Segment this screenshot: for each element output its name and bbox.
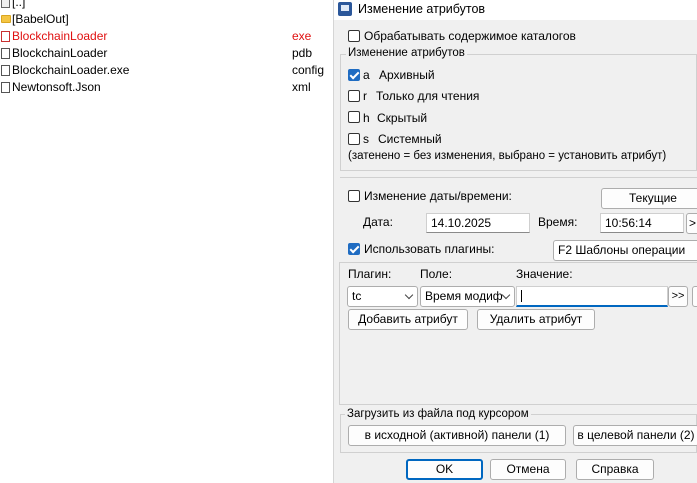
file-row-newtonsoft-xml[interactable]: Newtonsoft.Json xml bbox=[0, 79, 333, 96]
help-button[interactable]: Справка bbox=[576, 459, 654, 480]
hidden-label: Скрытый bbox=[377, 111, 428, 125]
field-dropdown[interactable]: Время модиф bbox=[420, 286, 515, 307]
readonly-label: Только для чтения bbox=[376, 89, 480, 103]
field-value: Время модиф bbox=[425, 289, 503, 303]
expand-value-button[interactable]: >> bbox=[668, 286, 688, 307]
plugin-attributes-area bbox=[339, 262, 697, 405]
file-icon bbox=[1, 48, 10, 59]
file-row-babelout[interactable]: [BabelOut] bbox=[0, 11, 333, 28]
file-name: BlockchainLoader.exe bbox=[12, 63, 130, 77]
time-field[interactable]: 10:56:14 bbox=[600, 213, 684, 233]
file-icon bbox=[1, 82, 10, 93]
cancel-button[interactable]: Отмена bbox=[490, 459, 566, 480]
chevron-down-icon bbox=[501, 290, 511, 300]
dialog-titlebar[interactable]: Изменение атрибутов bbox=[334, 0, 697, 20]
system-checkbox[interactable] bbox=[348, 133, 360, 145]
change-attributes-dialog: Изменение атрибутов Обрабатывать содержи… bbox=[334, 0, 697, 483]
file-ext: pdb bbox=[292, 46, 313, 60]
time-label: Время: bbox=[538, 215, 578, 229]
time-more-button[interactable]: > bbox=[686, 213, 697, 234]
value-column-label: Значение: bbox=[516, 267, 573, 281]
dialog-app-icon bbox=[338, 2, 352, 16]
file-list-panel: [..] [BabelOut] BlockchainLoader exe Blo… bbox=[0, 0, 333, 483]
plugin-dropdown[interactable]: tc bbox=[347, 286, 418, 307]
archive-label: Архивный bbox=[379, 68, 435, 82]
file-row-blockchainloader-pdb[interactable]: BlockchainLoader pdb bbox=[0, 45, 333, 62]
target-panel-button[interactable]: в целевой панели (2) bbox=[573, 425, 697, 446]
folder-icon bbox=[1, 15, 11, 23]
plugin-value: tc bbox=[352, 289, 362, 303]
add-attribute-button[interactable]: Добавить атрибут bbox=[348, 309, 468, 330]
load-from-file-label: Загрузить из файла под курсором bbox=[345, 408, 531, 420]
chevron-down-icon bbox=[404, 290, 414, 300]
file-name: BlockchainLoader bbox=[12, 29, 108, 43]
readonly-checkbox[interactable] bbox=[348, 90, 360, 102]
text-caret bbox=[521, 290, 522, 302]
hidden-key: h bbox=[363, 111, 370, 125]
file-ext: config bbox=[292, 63, 325, 77]
system-label: Системный bbox=[378, 132, 442, 146]
use-plugins-label: Использовать плагины: bbox=[364, 242, 495, 256]
plugin-column-label: Плагин: bbox=[348, 267, 392, 281]
up-dir-icon bbox=[1, 0, 10, 8]
value-input[interactable] bbox=[516, 286, 668, 307]
separator bbox=[340, 177, 697, 178]
archive-checkbox[interactable] bbox=[348, 69, 360, 81]
attributes-hint: (затенено = без изменения, выбрано = уст… bbox=[348, 150, 667, 162]
plugin-templates-dropdown[interactable]: F2 Шаблоны операции bbox=[553, 240, 697, 261]
datetime-checkbox[interactable] bbox=[348, 190, 360, 202]
attributes-group-label: Изменение атрибутов bbox=[346, 47, 467, 59]
file-name: [..] bbox=[12, 0, 26, 9]
file-row-blockchainloader-exe[interactable]: BlockchainLoader exe bbox=[0, 28, 333, 45]
process-subdirs-checkbox[interactable] bbox=[348, 30, 360, 42]
source-panel-button[interactable]: в исходной (активной) панели (1) bbox=[348, 425, 566, 446]
process-subdirs-label: Обрабатывать содержимое каталогов bbox=[364, 29, 576, 43]
current-datetime-button[interactable]: Текущие bbox=[601, 188, 697, 209]
hidden-checkbox[interactable] bbox=[348, 111, 360, 123]
file-ext: exe bbox=[292, 29, 312, 43]
dialog-title: Изменение атрибутов bbox=[358, 2, 486, 16]
file-row-blockchainloader-config[interactable]: BlockchainLoader.exe config bbox=[0, 62, 333, 79]
file-row-updir[interactable]: [..] bbox=[0, 0, 333, 11]
date-label: Дата: bbox=[363, 215, 393, 229]
executable-file-icon bbox=[1, 31, 10, 42]
system-key: s bbox=[363, 132, 369, 146]
file-ext: xml bbox=[292, 80, 311, 94]
file-icon bbox=[1, 65, 10, 76]
archive-key: a bbox=[363, 68, 370, 82]
use-plugins-checkbox[interactable] bbox=[348, 243, 360, 255]
field-column-label: Поле: bbox=[420, 267, 453, 281]
file-name: Newtonsoft.Json bbox=[12, 80, 101, 94]
date-field[interactable]: 14.10.2025 bbox=[426, 213, 530, 233]
file-name: [BabelOut] bbox=[12, 12, 69, 26]
remove-attribute-button[interactable]: Удалить атрибут bbox=[477, 309, 595, 330]
ok-button[interactable]: OK bbox=[406, 459, 483, 480]
plugin-templates-value: F2 Шаблоны операции bbox=[558, 243, 686, 257]
datetime-label: Изменение даты/времени: bbox=[364, 189, 512, 203]
extra-button[interactable] bbox=[692, 286, 697, 307]
readonly-key: r bbox=[363, 89, 367, 103]
file-name: BlockchainLoader bbox=[12, 46, 108, 60]
